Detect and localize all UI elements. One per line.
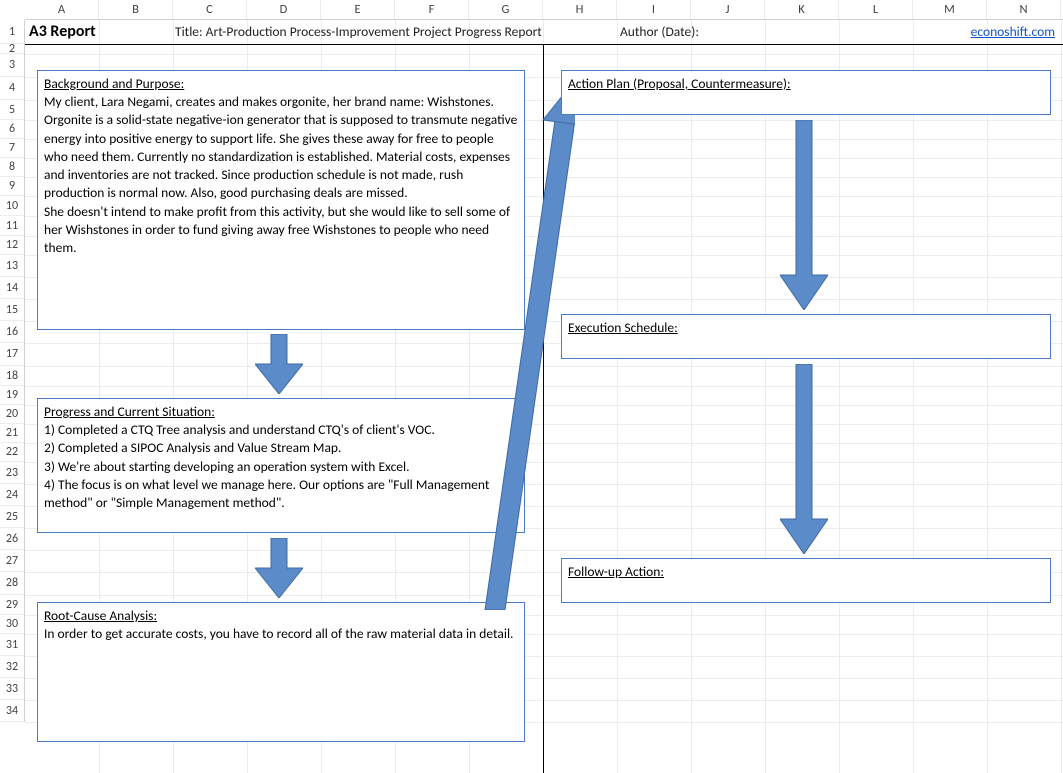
row-header[interactable]: 21 bbox=[0, 424, 24, 443]
column-header[interactable]: L bbox=[839, 0, 913, 19]
row-header[interactable]: 15 bbox=[0, 299, 24, 321]
row-header[interactable]: 25 bbox=[0, 506, 24, 528]
row-header[interactable]: 5 bbox=[0, 100, 24, 120]
execution-schedule-box: Execution Schedule: bbox=[561, 314, 1051, 359]
row-header[interactable]: 31 bbox=[0, 634, 24, 656]
arrow-diagonal bbox=[465, 90, 575, 610]
column-header[interactable]: A bbox=[25, 0, 99, 19]
column-header[interactable]: I bbox=[617, 0, 691, 19]
root-cause-heading: Root-Cause Analysis: bbox=[44, 607, 518, 625]
follow-up-box: Follow-up Action: bbox=[561, 558, 1051, 603]
row-header[interactable]: 10 bbox=[0, 196, 24, 216]
column-header[interactable]: M bbox=[913, 0, 987, 19]
background-purpose-heading: Background and Purpose: bbox=[44, 75, 518, 93]
progress-heading: Progress and Current Situation: bbox=[44, 403, 518, 421]
column-header[interactable]: H bbox=[543, 0, 617, 19]
gridline bbox=[25, 54, 1063, 55]
column-headers: ABCDEFGHIJKLMN bbox=[25, 0, 1063, 20]
row-header[interactable]: 28 bbox=[0, 572, 24, 595]
row-header[interactable]: 29 bbox=[0, 595, 24, 615]
column-header[interactable]: B bbox=[99, 0, 173, 19]
a3-report-title: A3 Report bbox=[29, 20, 96, 44]
column-header[interactable]: K bbox=[765, 0, 839, 19]
row-header[interactable]: 32 bbox=[0, 656, 24, 678]
arrow-down-3 bbox=[780, 120, 828, 310]
row-header[interactable]: 11 bbox=[0, 216, 24, 236]
author-label: Author (Date): bbox=[620, 20, 699, 44]
row-header[interactable]: 19 bbox=[0, 386, 24, 405]
gridline bbox=[691, 20, 692, 773]
row-header[interactable]: 8 bbox=[0, 158, 24, 177]
gridline bbox=[765, 20, 766, 773]
root-cause-body: In order to get accurate costs, you have… bbox=[44, 625, 518, 643]
column-header[interactable]: F bbox=[395, 0, 469, 19]
background-purpose-body: My client, Lara Negami, creates and make… bbox=[44, 93, 518, 257]
row-header[interactable]: 3 bbox=[0, 54, 24, 77]
econoshift-link[interactable]: econoshift.com bbox=[971, 20, 1055, 44]
row-header[interactable]: 24 bbox=[0, 484, 24, 506]
project-title: Title: Art-Production Process-Improvemen… bbox=[175, 20, 542, 44]
gridline bbox=[1061, 20, 1062, 773]
row-header[interactable]: 2 bbox=[0, 44, 24, 54]
follow-up-heading: Follow-up Action: bbox=[568, 563, 1044, 581]
action-plan-heading: Action Plan (Proposal, Countermeasure): bbox=[568, 75, 1044, 93]
column-header[interactable]: N bbox=[987, 0, 1061, 19]
row-header[interactable]: 22 bbox=[0, 443, 24, 462]
row-header[interactable]: 6 bbox=[0, 120, 24, 139]
arrow-down-1 bbox=[255, 334, 303, 394]
column-header[interactable]: C bbox=[173, 0, 247, 19]
row-header[interactable]: 14 bbox=[0, 277, 24, 299]
row-header[interactable]: 26 bbox=[0, 528, 24, 550]
row-header[interactable]: 7 bbox=[0, 139, 24, 158]
column-header[interactable]: G bbox=[469, 0, 543, 19]
row-header[interactable]: 17 bbox=[0, 343, 24, 366]
root-cause-box: Root-Cause Analysis: In order to get acc… bbox=[37, 602, 525, 742]
column-header[interactable]: E bbox=[321, 0, 395, 19]
row-headers: 1234567891011121314151617181920212223242… bbox=[0, 20, 25, 722]
row-header[interactable]: 1 bbox=[0, 20, 24, 44]
row-header[interactable]: 34 bbox=[0, 700, 24, 722]
row-header[interactable]: 13 bbox=[0, 255, 24, 277]
action-plan-box: Action Plan (Proposal, Countermeasure): bbox=[561, 70, 1051, 115]
execution-schedule-heading: Execution Schedule: bbox=[568, 319, 1044, 337]
gridline bbox=[913, 20, 914, 773]
cells-area: A3 Report Title: Art-Production Process-… bbox=[25, 20, 1063, 773]
background-purpose-box: Background and Purpose: My client, Lara … bbox=[37, 70, 525, 330]
progress-situation-box: Progress and Current Situation: 1) Compl… bbox=[37, 398, 525, 533]
row-header[interactable]: 23 bbox=[0, 462, 24, 484]
gridline bbox=[987, 20, 988, 773]
row-header[interactable]: 4 bbox=[0, 77, 24, 100]
row-header[interactable]: 12 bbox=[0, 236, 24, 255]
row-header[interactable]: 18 bbox=[0, 366, 24, 386]
column-header[interactable]: D bbox=[247, 0, 321, 19]
gridline bbox=[839, 20, 840, 773]
row-header[interactable]: 20 bbox=[0, 405, 24, 424]
row-header[interactable]: 16 bbox=[0, 321, 24, 343]
gridline bbox=[617, 20, 618, 773]
spreadsheet-sheet: ABCDEFGHIJKLMN 1234567891011121314151617… bbox=[0, 0, 1063, 773]
row-header[interactable]: 33 bbox=[0, 678, 24, 700]
row-header[interactable]: 9 bbox=[0, 177, 24, 196]
arrow-down-2 bbox=[255, 538, 303, 598]
header-rule bbox=[25, 44, 1063, 45]
row-header[interactable]: 27 bbox=[0, 550, 24, 572]
column-header[interactable]: J bbox=[691, 0, 765, 19]
progress-body: 1) Completed a CTQ Tree analysis and und… bbox=[44, 421, 518, 512]
row-header[interactable]: 30 bbox=[0, 615, 24, 634]
arrow-down-4 bbox=[780, 364, 828, 554]
